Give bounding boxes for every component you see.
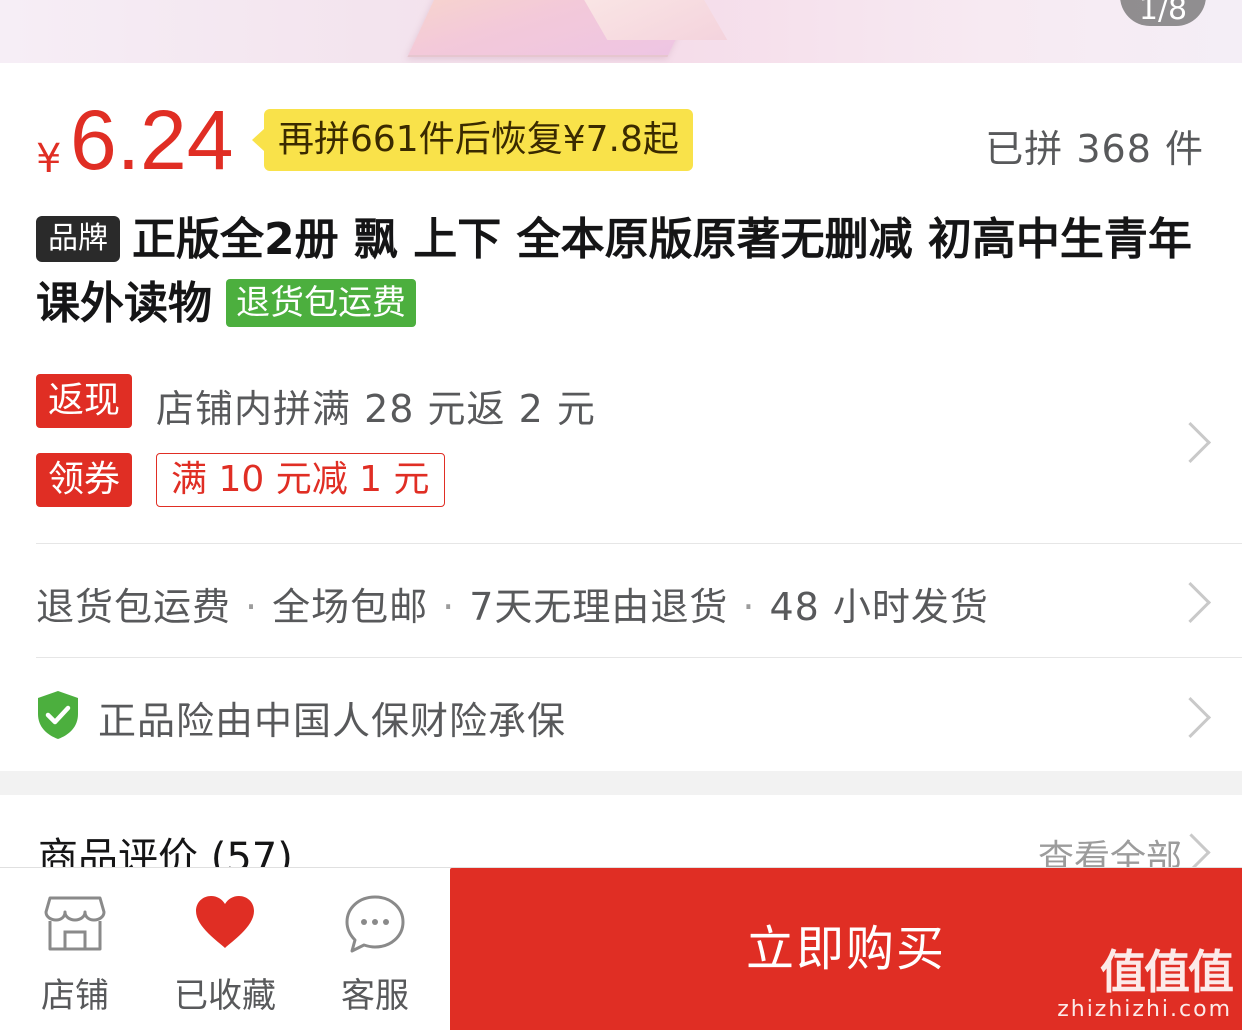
bottom-action-bar: 店铺 已收藏 客服 立即购买 值值值 zhizhizhi.com: [0, 867, 1242, 1030]
store-button[interactable]: 店铺: [0, 868, 150, 1030]
cashback-text: 店铺内拼满 28 元返 2 元: [156, 387, 596, 431]
insurance-text: 正品险由中国人保财险承保: [98, 699, 567, 743]
brand-badge: 品牌: [36, 216, 120, 262]
service-item: 退货包运费: [36, 585, 232, 629]
product-title: 品牌 正版全2册 飘 上下 全本原版原著无删减 初高中生青年课外读物 退货包运费: [36, 208, 1196, 336]
cashback-row[interactable]: 返现 店铺内拼满 28 元返 2 元: [36, 374, 595, 431]
watermark-url: zhizhizhi.com: [1057, 997, 1232, 1022]
reviews-title: 商品评价 (57): [38, 835, 293, 867]
watermark-logo: 值值值: [1100, 945, 1234, 999]
price-amount: 6.24: [70, 93, 234, 187]
favorite-button[interactable]: 已收藏: [150, 868, 300, 1030]
watermark: 值值值 zhizhizhi.com: [1057, 945, 1234, 1022]
gallery-page-indicator: 1/8: [1120, 0, 1206, 27]
price-row: ¥ 6.24 再拼661件后恢复¥7.8起 已拼 368 件: [36, 93, 1206, 187]
view-all-reviews-link[interactable]: 查看全部: [1038, 829, 1182, 867]
product-title-text: 正版全2册 飘 上下 全本原版原著无删减 初高中生青年课外读物: [36, 214, 1192, 329]
service-guarantees-row[interactable]: 退货包运费 · 全场包邮 · 7天无理由退货 · 48 小时发货: [36, 576, 989, 631]
separator-dot: ·: [742, 585, 756, 629]
reviews-header[interactable]: 商品评价 (57) 查看全部: [0, 795, 1242, 867]
divider: [36, 543, 1242, 544]
buy-now-label: 立即购买: [745, 921, 946, 977]
chevron-right-icon[interactable]: [1169, 421, 1212, 464]
service-item: 48 小时发货: [769, 585, 989, 629]
group-buy-promo-tag: 再拼661件后恢复¥7.8起: [252, 109, 693, 171]
favorite-label: 已收藏: [174, 976, 276, 1016]
coupon-row[interactable]: 领券 满 10 元减 1 元: [36, 453, 445, 507]
coupon-tag: 领券: [36, 453, 133, 507]
store-label: 店铺: [41, 976, 109, 1016]
separator-dot: ·: [442, 585, 456, 629]
promotions-section[interactable]: 返现 店铺内拼满 28 元返 2 元 领券 满 10 元减 1 元: [36, 374, 1212, 514]
currency-symbol: ¥: [36, 136, 62, 182]
product-image-gallery[interactable]: 1/8: [0, 0, 1242, 63]
customer-service-button[interactable]: 客服: [300, 868, 450, 1030]
divider: [36, 657, 1242, 658]
customer-service-label: 客服: [341, 976, 409, 1016]
store-icon: [44, 896, 106, 951]
service-item: 全场包邮: [272, 585, 429, 629]
shield-check-icon: [38, 691, 78, 739]
heart-icon: [196, 896, 254, 948]
return-shipping-badge: 退货包运费: [226, 279, 416, 327]
chevron-right-icon[interactable]: [1169, 581, 1212, 624]
cashback-tag: 返现: [36, 374, 133, 428]
separator-dot: ·: [245, 585, 259, 629]
service-item: 7天无理由退货: [469, 585, 729, 629]
section-gap: [0, 771, 1242, 795]
chat-bubble-icon: [345, 895, 405, 953]
buy-now-button[interactable]: 立即购买 值值值 zhizhizhi.com: [450, 868, 1242, 1030]
chevron-right-icon[interactable]: [1169, 696, 1212, 739]
sold-count: 已拼 368 件: [985, 127, 1204, 171]
coupon-chip[interactable]: 满 10 元减 1 元: [156, 453, 445, 507]
